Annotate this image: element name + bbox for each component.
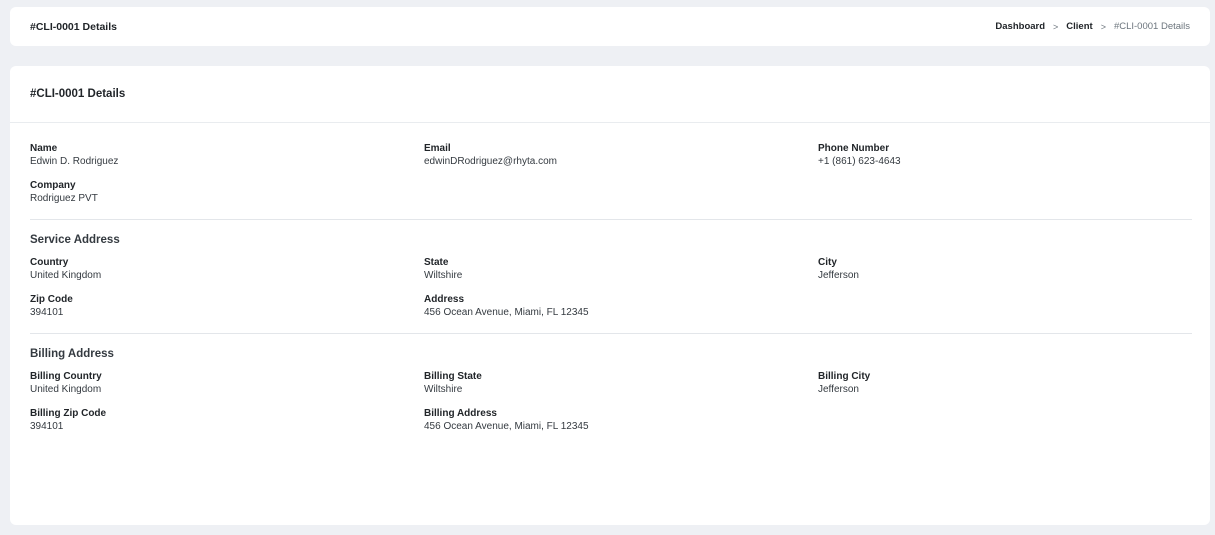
name-value: Edwin D. Rodriguez xyxy=(30,156,119,167)
state-field: State Wiltshire xyxy=(424,257,818,283)
billing-address-title: Billing Address xyxy=(30,348,114,360)
phone-value: +1 (861) 623-4643 xyxy=(818,156,901,167)
billing-address-label: Billing Address xyxy=(424,408,497,419)
name-field: Name Edwin D. Rodriguez xyxy=(30,143,424,169)
breadcrumb-separator-icon: > xyxy=(1100,21,1106,32)
billing-address-value: 456 Ocean Avenue, Miami, FL 12345 xyxy=(424,421,589,432)
breadcrumb-dashboard-link[interactable]: Dashboard xyxy=(995,21,1045,32)
zip-value: 394101 xyxy=(30,307,64,318)
billing-country-label: Billing Country xyxy=(30,371,102,382)
page-title: #CLI-0001 Details xyxy=(30,20,117,33)
breadcrumb-client-link[interactable]: Client xyxy=(1066,21,1092,32)
card-body: Name Edwin D. Rodriguez Email edwinDRodr… xyxy=(10,123,1210,434)
phone-field: Phone Number +1 (861) 623-4643 xyxy=(818,143,1192,169)
page-header: #CLI-0001 Details Dashboard > Client > #… xyxy=(10,7,1210,46)
billing-address-field: Billing Address 456 Ocean Avenue, Miami,… xyxy=(424,408,818,434)
company-value: Rodriguez PVT xyxy=(30,193,98,204)
breadcrumb-current: #CLI-0001 Details xyxy=(1113,21,1190,32)
address-value: 456 Ocean Avenue, Miami, FL 12345 xyxy=(424,307,589,318)
card-title: #CLI-0001 Details xyxy=(30,88,126,100)
billing-city-label: Billing City xyxy=(818,371,871,382)
phone-label: Phone Number xyxy=(818,143,890,154)
client-info-grid: Name Edwin D. Rodriguez Email edwinDRodr… xyxy=(30,143,1192,206)
service-address-title: Service Address xyxy=(30,234,120,246)
card-header: #CLI-0001 Details xyxy=(10,66,1210,123)
breadcrumb: Dashboard > Client > #CLI-0001 Details xyxy=(995,21,1190,32)
email-label: Email xyxy=(424,143,451,154)
address-label: Address xyxy=(424,294,465,305)
city-label: City xyxy=(818,257,837,268)
billing-city-field: Billing City Jefferson xyxy=(818,371,1192,397)
country-label: Country xyxy=(30,257,69,268)
billing-address-grid: Billing Country United Kingdom Billing S… xyxy=(30,371,1192,434)
client-details-card: #CLI-0001 Details Name Edwin D. Rodrigue… xyxy=(10,66,1210,525)
zip-label: Zip Code xyxy=(30,294,73,305)
billing-country-value: United Kingdom xyxy=(30,384,102,395)
country-value: United Kingdom xyxy=(30,270,102,281)
email-field: Email edwinDRodriguez@rhyta.com xyxy=(424,143,818,169)
billing-zip-label: Billing Zip Code xyxy=(30,408,107,419)
country-field: Country United Kingdom xyxy=(30,257,424,283)
zip-field: Zip Code 394101 xyxy=(30,294,424,320)
state-value: Wiltshire xyxy=(424,270,463,281)
billing-state-field: Billing State Wiltshire xyxy=(424,371,818,397)
billing-state-label: Billing State xyxy=(424,371,482,382)
city-value: Jefferson xyxy=(818,270,859,281)
section-divider xyxy=(30,333,1192,334)
state-label: State xyxy=(424,257,449,268)
city-field: City Jefferson xyxy=(818,257,1192,283)
billing-zip-value: 394101 xyxy=(30,421,64,432)
company-field: Company Rodriguez PVT xyxy=(30,180,424,206)
name-label: Name xyxy=(30,143,58,154)
section-divider xyxy=(30,219,1192,220)
service-address-grid: Country United Kingdom State Wiltshire C… xyxy=(30,257,1192,320)
billing-state-value: Wiltshire xyxy=(424,384,463,395)
email-value: edwinDRodriguez@rhyta.com xyxy=(424,156,557,167)
company-label: Company xyxy=(30,180,76,191)
billing-zip-field: Billing Zip Code 394101 xyxy=(30,408,424,434)
billing-city-value: Jefferson xyxy=(818,384,859,395)
address-field: Address 456 Ocean Avenue, Miami, FL 1234… xyxy=(424,294,818,320)
breadcrumb-separator-icon: > xyxy=(1053,21,1059,32)
billing-country-field: Billing Country United Kingdom xyxy=(30,371,424,397)
